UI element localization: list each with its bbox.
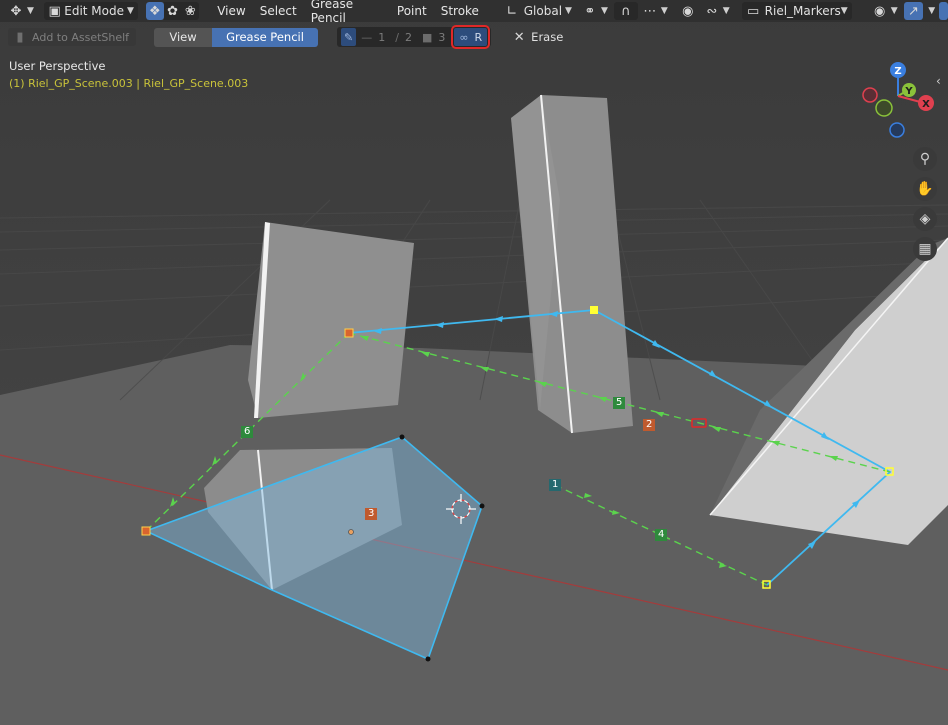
marker-button-2[interactable]: ∕ 2	[390, 28, 417, 46]
stroke-label-4: 4	[655, 529, 668, 541]
stroke-label-3: 3	[365, 508, 378, 520]
object-selector[interactable]: ▭ Riel_Markers ▼	[741, 2, 852, 20]
falloff-dropdown[interactable]: ∾ ▼	[700, 2, 734, 20]
snap-increment-icon: ⋯	[643, 3, 657, 19]
gizmo-axis-z: Z	[894, 66, 901, 77]
eye-icon: ◉	[874, 3, 886, 19]
object-data-icon: ▭	[747, 3, 760, 19]
tool-header-tabs: View Grease Pencil	[154, 27, 318, 47]
add-to-assetshelf-button[interactable]: ▮ Add to AssetShelf	[8, 28, 136, 46]
magnet-icon: ∩	[621, 3, 631, 19]
edit-mode-icon: ▣	[48, 3, 61, 19]
stroke-label-5: 5	[613, 397, 626, 409]
menu-view[interactable]: View	[210, 4, 252, 18]
sidebar-toggle-icon[interactable]: ‹	[936, 74, 941, 88]
select-mode-group: ❖ ✿ ❀	[145, 2, 200, 20]
marker-buttons: ✎ —1 ∕ 2 ■ 3 ∞ R	[337, 25, 492, 49]
tab-grease-pencil[interactable]: Grease Pencil	[212, 27, 318, 47]
viewport-canvas	[0, 0, 948, 725]
marker-button-r[interactable]: ∞ R	[451, 25, 491, 49]
gizmo-axis-y: Y	[904, 86, 913, 97]
marker-diagonal-icon: ∕	[395, 30, 399, 44]
stroke-label-2: 2	[643, 419, 656, 431]
snap-target-dropdown[interactable]: ⋯ ▼	[638, 2, 672, 20]
marker-loop-icon: ∞	[459, 30, 469, 44]
chevron-down-icon: ▼	[565, 6, 572, 16]
stroke-label-6: 6	[241, 426, 254, 438]
erase-label: Erase	[531, 30, 564, 44]
object-info: (1) Riel_GP_Scene.003 | Riel_GP_Scene.00…	[9, 77, 249, 90]
viewport-header: ✥ ▼ ▣ Edit Mode ▼ ❖ ✿ ❀ View Select Grease …	[0, 0, 948, 25]
tool-header: ▮ Add to AssetShelf View Grease Pencil ✎ …	[0, 25, 630, 49]
menu-select[interactable]: Select	[253, 4, 304, 18]
close-icon: ✕	[513, 29, 525, 45]
visibility-dropdown[interactable]: ◉ ▼	[868, 2, 902, 20]
3d-viewport[interactable]: 1 2 3 4 5 6 User Perspective (1) Riel_GP…	[0, 0, 948, 725]
navigation-gizmo[interactable]: Z Y X	[858, 58, 938, 138]
asset-shelf-icon: ▮	[16, 29, 24, 45]
assetshelf-label: Add to AssetShelf	[32, 30, 130, 44]
marker-button-3[interactable]: ■ 3	[417, 28, 450, 46]
chevron-down-icon: ▼	[722, 6, 730, 16]
marker-brush-icon[interactable]: ✎	[341, 28, 357, 46]
chevron-down-icon: ▼	[840, 6, 848, 16]
overlay-toggle[interactable]	[939, 2, 948, 20]
ortho-grid-icon[interactable]: ▦	[913, 237, 937, 261]
gizmo-toggle[interactable]: ↗	[903, 2, 924, 20]
marker-line-icon: —	[361, 30, 373, 44]
orientation-label: Global	[523, 4, 563, 18]
perspective-label: User Perspective	[9, 59, 106, 73]
marker-button-1[interactable]: —1	[356, 28, 390, 46]
tab-view[interactable]: View	[154, 27, 212, 47]
chevron-down-icon: ▼	[928, 6, 936, 16]
orientation-icon: ∟	[506, 3, 518, 19]
object-name: Riel_Markers	[764, 4, 841, 18]
chevron-down-icon: ▼	[890, 6, 898, 16]
zoom-icon[interactable]: ⚲	[913, 147, 937, 171]
gizmo-axis-x: X	[922, 99, 930, 110]
stroke-label-1: 1	[549, 479, 562, 491]
pivot-icon: ⚭	[584, 3, 596, 19]
proportional-icon: ◉	[682, 3, 694, 19]
pan-hand-icon[interactable]: ✋	[913, 177, 937, 201]
falloff-curve-icon: ∾	[706, 3, 718, 19]
tool-icon: ✥	[10, 3, 22, 19]
gizmo-icon: ↗	[907, 3, 919, 19]
editor-type-button[interactable]: ✥ ▼	[4, 2, 38, 20]
points-select-icon[interactable]: ✿	[163, 2, 182, 20]
menu-grease-pencil[interactable]: Grease Pencil	[304, 0, 390, 25]
chevron-down-icon: ▼	[600, 6, 608, 16]
snap-toggle[interactable]: ∩	[613, 2, 638, 20]
stroke-select-icon[interactable]: ❖	[145, 2, 164, 20]
chevron-down-icon: ▼	[27, 6, 34, 16]
chevron-down-icon: ▼	[127, 6, 134, 16]
menu-stroke[interactable]: Stroke	[434, 4, 486, 18]
gizmo-dropdown[interactable]: ▼	[923, 2, 937, 20]
marker-box-icon: ■	[421, 30, 433, 44]
curve-select-icon[interactable]: ❀	[181, 2, 200, 20]
camera-icon[interactable]: ◈	[913, 207, 937, 231]
chevron-down-icon: ▼	[660, 6, 668, 16]
transform-orientation-dropdown[interactable]: ∟ Global ▼	[500, 2, 576, 20]
pivot-point-dropdown[interactable]: ⚭ ▼	[578, 2, 612, 20]
menu-point[interactable]: Point	[390, 4, 434, 18]
mode-dropdown[interactable]: ▣ Edit Mode ▼	[43, 2, 138, 20]
proportional-edit-toggle[interactable]: ◉	[676, 2, 700, 20]
erase-button[interactable]: ✕ Erase	[507, 28, 570, 46]
mode-label: Edit Mode	[64, 4, 124, 18]
